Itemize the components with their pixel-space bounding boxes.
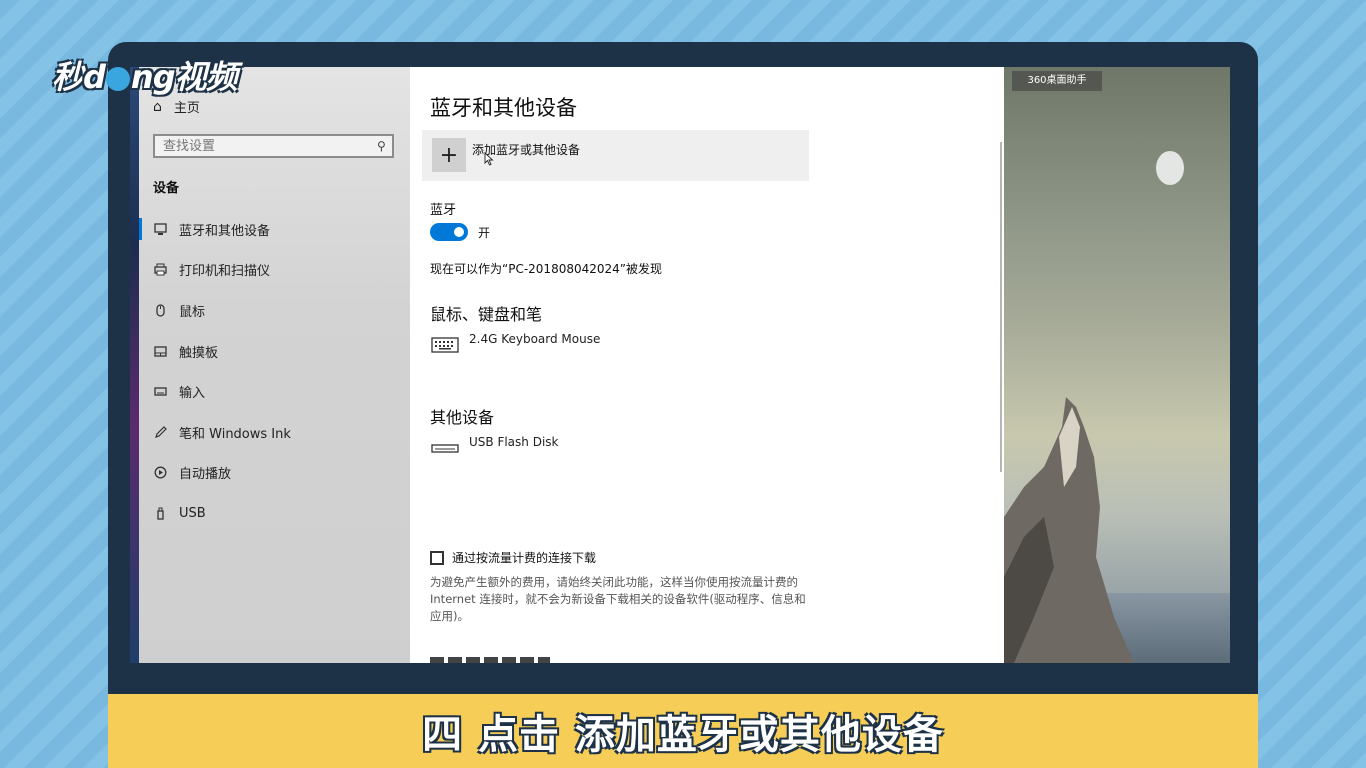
- bluetooth-toggle[interactable]: [430, 223, 468, 241]
- device-usb-flash[interactable]: USB Flash Disk: [430, 435, 558, 457]
- page-title: 蓝牙和其他设备: [430, 96, 577, 120]
- bluetooth-devices-icon: [153, 222, 167, 236]
- wolf-illustration: [1004, 397, 1134, 663]
- toggle-state-label: 开: [478, 226, 491, 240]
- desktop-wallpaper: 360桌面助手: [1004, 67, 1230, 663]
- metered-checkbox-label: 通过按流量计费的连接下载: [452, 551, 597, 565]
- metered-checkbox[interactable]: [430, 550, 444, 565]
- usb-drive-icon: [430, 439, 460, 457]
- sidebar-item-printers[interactable]: 打印机和扫描仪: [139, 250, 410, 291]
- subtitle-caption: 四 点击 添加蓝牙或其他设备: [108, 694, 1258, 768]
- mouse-section-title: 鼠标、键盘和笔: [430, 305, 543, 324]
- mouse-icon: [153, 303, 167, 317]
- discoverable-text: 现在可以作为“PC-201808042024”被发现: [430, 262, 662, 276]
- next-heading-cutoff: [430, 657, 550, 663]
- touchpad-icon: [153, 344, 167, 358]
- sidebar-item-typing[interactable]: 输入: [139, 371, 410, 412]
- device-keyboard-mouse[interactable]: 2.4G Keyboard Mouse: [430, 332, 600, 354]
- scrollbar[interactable]: [1000, 142, 1002, 472]
- other-section-title: 其他设备: [430, 408, 495, 427]
- device-name: 2.4G Keyboard Mouse: [469, 332, 601, 346]
- plus-icon: +: [432, 138, 466, 172]
- mouse-cursor-icon: [484, 152, 494, 166]
- sidebar-home[interactable]: ⌂ 主页: [153, 97, 200, 117]
- device-name: USB Flash Disk: [469, 435, 559, 449]
- sidebar-item-bluetooth[interactable]: 蓝牙和其他设备: [139, 209, 410, 250]
- settings-content: 蓝牙和其他设备 + 添加蓝牙或其他设备 蓝牙 开 现在可以作为“PC-20180…: [410, 67, 1004, 663]
- home-label: 主页: [173, 101, 200, 116]
- sidebar-item-autoplay[interactable]: 自动播放: [139, 453, 410, 494]
- printer-icon: [153, 263, 167, 277]
- moon: [1156, 151, 1184, 185]
- autoplay-icon: [153, 466, 167, 480]
- keyboard-icon: [430, 336, 460, 354]
- screen: ⌂ 主页 ⚲ 设备 蓝牙和其他设备 打印机和扫描仪: [130, 67, 1230, 663]
- home-icon: ⌂: [153, 98, 162, 115]
- sidebar-item-mouse[interactable]: 鼠标: [139, 290, 410, 331]
- search-input[interactable]: [153, 134, 394, 158]
- usb-icon: [153, 506, 167, 520]
- sidebar-item-usb[interactable]: USB: [139, 493, 410, 534]
- desktop-edge: [130, 67, 139, 663]
- pen-icon: [153, 425, 167, 439]
- sidebar-item-touchpad[interactable]: 触摸板: [139, 331, 410, 372]
- bluetooth-label: 蓝牙: [430, 203, 457, 218]
- metered-description: 为避免产生额外的费用，请始终关闭此功能，这样当你使用按流量计费的 Interne…: [430, 575, 806, 623]
- search-icon[interactable]: ⚲: [377, 139, 386, 153]
- desktop-helper-badge[interactable]: 360桌面助手: [1012, 71, 1102, 91]
- section-title: 设备: [153, 181, 180, 196]
- metered-download-option[interactable]: 通过按流量计费的连接下载: [430, 549, 596, 566]
- sidebar-item-pen[interactable]: 笔和 Windows Ink: [139, 412, 410, 453]
- keyboard-icon: [153, 385, 167, 399]
- settings-sidebar: ⌂ 主页 ⚲ 设备 蓝牙和其他设备 打印机和扫描仪: [139, 67, 410, 663]
- watermark-logo: 秒d ng视频: [52, 58, 238, 96]
- add-device-button[interactable]: + 添加蓝牙或其他设备: [422, 130, 809, 181]
- sidebar-nav: 蓝牙和其他设备 打印机和扫描仪 鼠标 触摸板 输入 笔和 Windows Ink…: [139, 209, 410, 534]
